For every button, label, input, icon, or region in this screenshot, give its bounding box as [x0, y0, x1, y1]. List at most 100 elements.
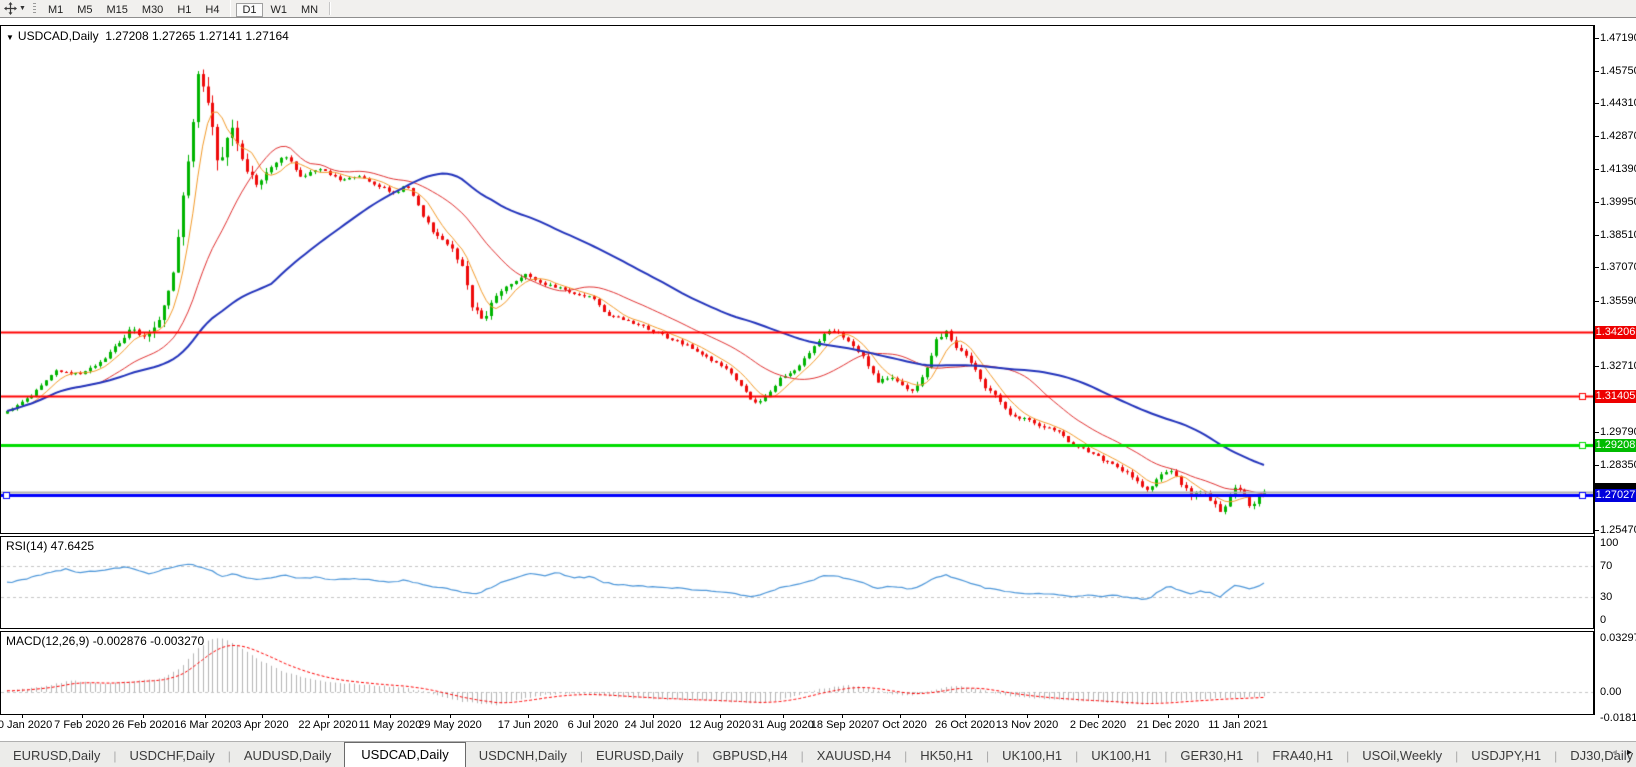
date-tick	[593, 715, 594, 718]
macd-axis-label: -0.018154	[1600, 712, 1636, 724]
price-tick-label: 1.37070	[1595, 261, 1636, 273]
date-label: 17 Jun 2020	[497, 719, 559, 731]
date-tick	[262, 715, 263, 718]
chart-tab-fra40-h1[interactable]: FRA40,H1	[1259, 744, 1346, 767]
price-tick-label: 1.38510	[1595, 229, 1636, 241]
price-tick-label: 1.41390	[1595, 163, 1636, 175]
date-tick	[1098, 715, 1099, 718]
move-crosshair-icon[interactable]	[2, 2, 18, 16]
price-level-badge: 1.27027	[1595, 488, 1636, 502]
price-tick-label: 1.25470	[1595, 524, 1636, 536]
chart-tab-bar: EURUSD,Daily | USDCHF,Daily | AUDUSD,Daily US…	[0, 741, 1636, 767]
mt4-window: ▼ M1 M5 M15 M30 H1 H4 D1 W1 MN ▼ USDCAD,Daily 1.2…	[0, 0, 1636, 767]
price-tick-label: 1.39950	[1595, 196, 1636, 208]
timeframe-button-M15[interactable]: M15	[101, 3, 134, 17]
price-tick-label: 1.44310	[1595, 97, 1636, 109]
chart-tab-gbpusd-h4[interactable]: GBPUSD,H4	[699, 744, 800, 767]
timeframe-button-D1[interactable]: D1	[236, 2, 263, 17]
date-tick	[390, 715, 391, 718]
rsi-axis-label: 70	[1600, 560, 1613, 573]
chart-tab-eurusd-daily[interactable]: EURUSD,Daily	[583, 744, 696, 767]
date-label: 29 May 2020	[418, 719, 482, 731]
date-label: 13 Nov 2020	[995, 719, 1059, 731]
date-tick	[720, 715, 721, 718]
date-tick	[450, 715, 451, 718]
chart-tab-uk100-h1[interactable]: UK100,H1	[1078, 744, 1164, 767]
date-tick	[205, 715, 206, 718]
date-label: 7 Oct 2020	[873, 719, 927, 731]
timeframe-button-W1[interactable]: W1	[265, 3, 294, 17]
date-label: 11 Jan 2021	[1208, 719, 1268, 731]
chart-tab-uk100-h1[interactable]: UK100,H1	[989, 744, 1075, 767]
date-tick	[82, 715, 83, 718]
date-tick	[1238, 715, 1239, 718]
chart-tab-usdcnh-daily[interactable]: USDCNH,Daily	[466, 744, 580, 767]
date-tick	[900, 715, 901, 718]
timeframe-button-M1[interactable]: M1	[42, 3, 69, 17]
chart-tab-eurusd-daily[interactable]: EURUSD,Daily	[0, 744, 113, 767]
chart-tab-ger30-h1[interactable]: GER30,H1	[1167, 744, 1256, 767]
price-tick-label: 1.45750	[1595, 65, 1636, 77]
tab-scroll-right-icon[interactable]: ▸	[1627, 747, 1632, 758]
date-label: 2 Dec 2020	[1069, 719, 1127, 731]
timeframe-button-H1[interactable]: H1	[171, 3, 197, 17]
timeframe-buttons: M1 M5 M15 M30 H1 H4 D1 W1 MN	[41, 0, 325, 18]
date-tick	[653, 715, 654, 718]
date-label: 20 Jan 2020	[0, 719, 53, 731]
tab-scroll-buttons: ◂ ▸	[1612, 747, 1632, 758]
date-tick	[143, 715, 144, 718]
chart-tab-hk50-h1[interactable]: HK50,H1	[907, 744, 986, 767]
price-tick-label: 1.29790	[1595, 426, 1636, 438]
date-label: 21 Dec 2020	[1136, 719, 1200, 731]
timeframe-toolbar: ▼ M1 M5 M15 M30 H1 H4 D1 W1 MN	[0, 0, 1636, 18]
chart-tab-audusd-daily[interactable]: AUDUSD,Daily	[231, 744, 344, 767]
toolbar-grip[interactable]	[32, 3, 36, 14]
chart-title-symbol: USDCAD,Daily	[17, 29, 99, 43]
timeframe-button-M30[interactable]: M30	[136, 3, 169, 17]
date-label: 18 Sep 2020	[810, 719, 874, 731]
price-level-badge: 1.31405	[1595, 389, 1636, 403]
price-chart-canvas[interactable]	[1, 26, 1593, 533]
price-level-badge: 1.34206	[1595, 326, 1636, 340]
date-tick	[965, 715, 966, 718]
rsi-axis-label: 0	[1600, 614, 1607, 626]
price-level-badge: 1.29208	[1595, 439, 1636, 453]
date-label: 31 Aug 2020	[752, 719, 814, 731]
date-label: 16 Mar 2020	[174, 719, 236, 731]
chart-tab-usdchf-daily[interactable]: USDCHF,Daily	[117, 744, 228, 767]
date-label: 26 Feb 2020	[112, 719, 174, 731]
chevron-down-icon[interactable]: ▼	[19, 5, 26, 12]
date-tick	[22, 715, 23, 718]
timeframe-button-MN[interactable]: MN	[295, 3, 324, 17]
toolbar-divider	[329, 2, 332, 15]
rsi-axis-label: 30	[1600, 590, 1613, 603]
toolbar-divider	[230, 0, 232, 17]
price-tick-label: 1.42870	[1595, 130, 1636, 142]
date-label: 22 Apr 2020	[298, 719, 358, 731]
timeframe-button-M5[interactable]: M5	[71, 3, 98, 17]
macd-indicator-label: MACD(12,26,9) -0.002876 -0.003270	[6, 634, 205, 648]
chart-title: ▼ USDCAD,Daily 1.27208 1.27265 1.27141 1.…	[6, 29, 289, 43]
date-label: 3 Apr 2020	[235, 719, 289, 731]
price-axis-line	[1594, 25, 1595, 715]
date-tick	[783, 715, 784, 718]
timeframe-button-H4[interactable]: H4	[199, 3, 225, 17]
date-label: 6 Jul 2020	[567, 719, 619, 731]
chart-tab-usoil-weekly[interactable]: USOil,Weekly	[1349, 744, 1455, 767]
chart-title-quote: 1.27208 1.27265 1.27141 1.27164	[105, 29, 289, 43]
tab-scroll-left-icon[interactable]: ◂	[1612, 747, 1617, 758]
rsi-canvas[interactable]	[1, 537, 1593, 628]
chart-tab-usdcad-daily[interactable]: USDCAD,Daily	[344, 742, 466, 767]
date-label: 11 May 2020	[358, 719, 422, 731]
date-label: 7 Feb 2020	[54, 719, 110, 731]
price-tick-label: 1.28350	[1595, 459, 1636, 471]
symbol-dropdown-icon[interactable]: ▼	[6, 33, 14, 42]
macd-axis-label: 0.00	[1600, 686, 1622, 698]
macd-canvas[interactable]	[1, 632, 1593, 714]
date-label: 26 Oct 2020	[935, 719, 995, 731]
price-tick-label: 1.32710	[1595, 360, 1636, 372]
date-label: 12 Aug 2020	[689, 719, 751, 731]
date-tick	[528, 715, 529, 718]
chart-tab-xauusd-h4[interactable]: XAUUSD,H4	[804, 744, 904, 767]
chart-tab-usdjpy-h1[interactable]: USDJPY,H1	[1458, 744, 1554, 767]
